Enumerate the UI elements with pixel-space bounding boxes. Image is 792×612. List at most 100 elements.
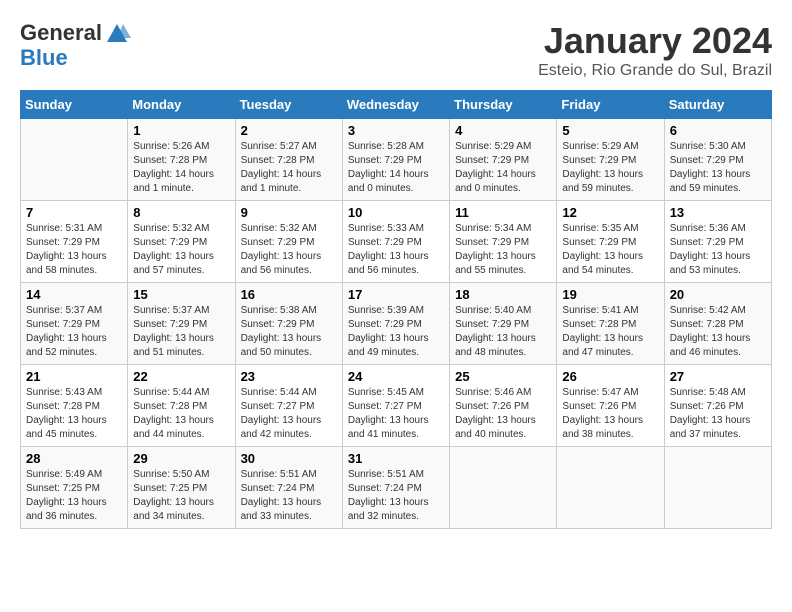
logo-general: General <box>20 20 102 45</box>
day-info: Sunrise: 5:41 AMSunset: 7:28 PMDaylight:… <box>562 305 643 358</box>
cell-w2-d3: 9 Sunrise: 5:32 AMSunset: 7:29 PMDayligh… <box>235 201 342 283</box>
day-number: 19 <box>562 287 658 302</box>
day-info: Sunrise: 5:51 AMSunset: 7:24 PMDaylight:… <box>348 469 429 522</box>
cell-w2-d7: 13 Sunrise: 5:36 AMSunset: 7:29 PMDaylig… <box>664 201 771 283</box>
day-number: 29 <box>133 451 229 466</box>
cell-w4-d4: 24 Sunrise: 5:45 AMSunset: 7:27 PMDaylig… <box>342 365 449 447</box>
day-number: 10 <box>348 205 444 220</box>
cell-w4-d6: 26 Sunrise: 5:47 AMSunset: 7:26 PMDaylig… <box>557 365 664 447</box>
cell-w5-d3: 30 Sunrise: 5:51 AMSunset: 7:24 PMDaylig… <box>235 447 342 529</box>
day-number: 23 <box>241 369 337 384</box>
day-number: 6 <box>670 123 766 138</box>
cell-w3-d6: 19 Sunrise: 5:41 AMSunset: 7:28 PMDaylig… <box>557 283 664 365</box>
day-info: Sunrise: 5:39 AMSunset: 7:29 PMDaylight:… <box>348 305 429 358</box>
cell-w3-d1: 14 Sunrise: 5:37 AMSunset: 7:29 PMDaylig… <box>21 283 128 365</box>
cell-w5-d5 <box>450 447 557 529</box>
day-info: Sunrise: 5:35 AMSunset: 7:29 PMDaylight:… <box>562 223 643 276</box>
day-number: 15 <box>133 287 229 302</box>
cell-w1-d1 <box>21 119 128 201</box>
day-info: Sunrise: 5:45 AMSunset: 7:27 PMDaylight:… <box>348 387 429 440</box>
header-saturday: Saturday <box>664 91 771 119</box>
day-number: 17 <box>348 287 444 302</box>
day-info: Sunrise: 5:43 AMSunset: 7:28 PMDaylight:… <box>26 387 107 440</box>
day-info: Sunrise: 5:29 AMSunset: 7:29 PMDaylight:… <box>562 141 643 194</box>
day-number: 22 <box>133 369 229 384</box>
day-info: Sunrise: 5:26 AMSunset: 7:28 PMDaylight:… <box>133 141 214 194</box>
day-info: Sunrise: 5:28 AMSunset: 7:29 PMDaylight:… <box>348 141 429 194</box>
day-number: 25 <box>455 369 551 384</box>
day-number: 2 <box>241 123 337 138</box>
day-info: Sunrise: 5:46 AMSunset: 7:26 PMDaylight:… <box>455 387 536 440</box>
day-info: Sunrise: 5:29 AMSunset: 7:29 PMDaylight:… <box>455 141 536 194</box>
day-info: Sunrise: 5:42 AMSunset: 7:28 PMDaylight:… <box>670 305 751 358</box>
day-number: 8 <box>133 205 229 220</box>
day-number: 26 <box>562 369 658 384</box>
logo-blue: Blue <box>20 45 68 70</box>
cell-w3-d3: 16 Sunrise: 5:38 AMSunset: 7:29 PMDaylig… <box>235 283 342 365</box>
day-number: 27 <box>670 369 766 384</box>
day-number: 30 <box>241 451 337 466</box>
cell-w1-d5: 4 Sunrise: 5:29 AMSunset: 7:29 PMDayligh… <box>450 119 557 201</box>
cell-w3-d2: 15 Sunrise: 5:37 AMSunset: 7:29 PMDaylig… <box>128 283 235 365</box>
cell-w1-d2: 1 Sunrise: 5:26 AMSunset: 7:28 PMDayligh… <box>128 119 235 201</box>
cell-w2-d2: 8 Sunrise: 5:32 AMSunset: 7:29 PMDayligh… <box>128 201 235 283</box>
month-title: January 2024 <box>538 20 772 62</box>
calendar-table: Sunday Monday Tuesday Wednesday Thursday… <box>20 90 772 529</box>
title-block: January 2024 Esteio, Rio Grande do Sul, … <box>538 20 772 80</box>
day-number: 14 <box>26 287 122 302</box>
day-number: 7 <box>26 205 122 220</box>
week-row-5: 28 Sunrise: 5:49 AMSunset: 7:25 PMDaylig… <box>21 447 772 529</box>
cell-w2-d4: 10 Sunrise: 5:33 AMSunset: 7:29 PMDaylig… <box>342 201 449 283</box>
cell-w2-d6: 12 Sunrise: 5:35 AMSunset: 7:29 PMDaylig… <box>557 201 664 283</box>
day-number: 31 <box>348 451 444 466</box>
cell-w1-d3: 2 Sunrise: 5:27 AMSunset: 7:28 PMDayligh… <box>235 119 342 201</box>
cell-w4-d5: 25 Sunrise: 5:46 AMSunset: 7:26 PMDaylig… <box>450 365 557 447</box>
header-row: Sunday Monday Tuesday Wednesday Thursday… <box>21 91 772 119</box>
header-wednesday: Wednesday <box>342 91 449 119</box>
day-info: Sunrise: 5:34 AMSunset: 7:29 PMDaylight:… <box>455 223 536 276</box>
location-subtitle: Esteio, Rio Grande do Sul, Brazil <box>538 62 772 80</box>
day-info: Sunrise: 5:32 AMSunset: 7:29 PMDaylight:… <box>241 223 322 276</box>
header-thursday: Thursday <box>450 91 557 119</box>
cell-w5-d7 <box>664 447 771 529</box>
day-number: 24 <box>348 369 444 384</box>
cell-w1-d7: 6 Sunrise: 5:30 AMSunset: 7:29 PMDayligh… <box>664 119 771 201</box>
week-row-1: 1 Sunrise: 5:26 AMSunset: 7:28 PMDayligh… <box>21 119 772 201</box>
day-number: 21 <box>26 369 122 384</box>
cell-w5-d6 <box>557 447 664 529</box>
cell-w3-d5: 18 Sunrise: 5:40 AMSunset: 7:29 PMDaylig… <box>450 283 557 365</box>
header-tuesday: Tuesday <box>235 91 342 119</box>
day-info: Sunrise: 5:37 AMSunset: 7:29 PMDaylight:… <box>26 305 107 358</box>
day-number: 1 <box>133 123 229 138</box>
day-number: 12 <box>562 205 658 220</box>
day-info: Sunrise: 5:32 AMSunset: 7:29 PMDaylight:… <box>133 223 214 276</box>
cell-w5-d4: 31 Sunrise: 5:51 AMSunset: 7:24 PMDaylig… <box>342 447 449 529</box>
day-info: Sunrise: 5:31 AMSunset: 7:29 PMDaylight:… <box>26 223 107 276</box>
day-info: Sunrise: 5:38 AMSunset: 7:29 PMDaylight:… <box>241 305 322 358</box>
cell-w5-d1: 28 Sunrise: 5:49 AMSunset: 7:25 PMDaylig… <box>21 447 128 529</box>
day-number: 9 <box>241 205 337 220</box>
cell-w3-d7: 20 Sunrise: 5:42 AMSunset: 7:28 PMDaylig… <box>664 283 771 365</box>
day-number: 13 <box>670 205 766 220</box>
cell-w4-d3: 23 Sunrise: 5:44 AMSunset: 7:27 PMDaylig… <box>235 365 342 447</box>
day-info: Sunrise: 5:40 AMSunset: 7:29 PMDaylight:… <box>455 305 536 358</box>
week-row-4: 21 Sunrise: 5:43 AMSunset: 7:28 PMDaylig… <box>21 365 772 447</box>
cell-w1-d4: 3 Sunrise: 5:28 AMSunset: 7:29 PMDayligh… <box>342 119 449 201</box>
cell-w3-d4: 17 Sunrise: 5:39 AMSunset: 7:29 PMDaylig… <box>342 283 449 365</box>
day-info: Sunrise: 5:51 AMSunset: 7:24 PMDaylight:… <box>241 469 322 522</box>
day-info: Sunrise: 5:33 AMSunset: 7:29 PMDaylight:… <box>348 223 429 276</box>
day-info: Sunrise: 5:27 AMSunset: 7:28 PMDaylight:… <box>241 141 322 194</box>
header-monday: Monday <box>128 91 235 119</box>
cell-w4-d7: 27 Sunrise: 5:48 AMSunset: 7:26 PMDaylig… <box>664 365 771 447</box>
cell-w5-d2: 29 Sunrise: 5:50 AMSunset: 7:25 PMDaylig… <box>128 447 235 529</box>
header-sunday: Sunday <box>21 91 128 119</box>
cell-w2-d5: 11 Sunrise: 5:34 AMSunset: 7:29 PMDaylig… <box>450 201 557 283</box>
week-row-3: 14 Sunrise: 5:37 AMSunset: 7:29 PMDaylig… <box>21 283 772 365</box>
day-number: 18 <box>455 287 551 302</box>
day-info: Sunrise: 5:36 AMSunset: 7:29 PMDaylight:… <box>670 223 751 276</box>
header-friday: Friday <box>557 91 664 119</box>
day-number: 5 <box>562 123 658 138</box>
day-info: Sunrise: 5:47 AMSunset: 7:26 PMDaylight:… <box>562 387 643 440</box>
logo: General Blue <box>20 20 132 70</box>
week-row-2: 7 Sunrise: 5:31 AMSunset: 7:29 PMDayligh… <box>21 201 772 283</box>
